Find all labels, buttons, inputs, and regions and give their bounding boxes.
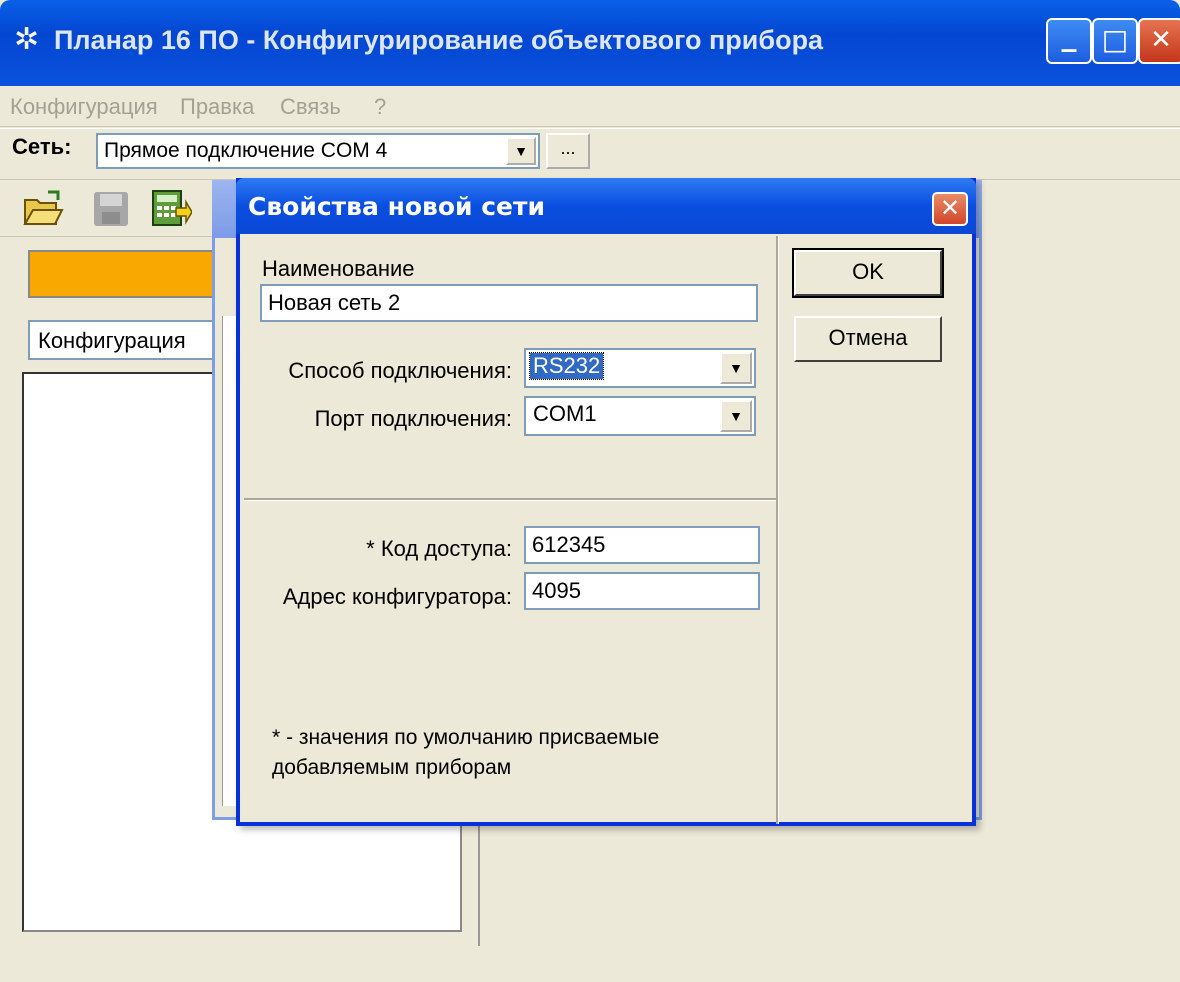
menu-edit[interactable]: Правка (180, 94, 254, 120)
background-dialog-grid (222, 316, 237, 806)
title-bar: ✲ Планар 16 ПО - Конфигурирование объект… (0, 0, 1180, 86)
window-title: Планар 16 ПО - Конфигурирование объектов… (54, 25, 824, 55)
dialog-horizontal-divider (244, 498, 776, 501)
view-select-value: Конфигурация (38, 328, 186, 353)
view-select[interactable]: Конфигурация (28, 320, 228, 360)
menu-connection[interactable]: Связь (280, 94, 341, 120)
connection-method-value: RS232 (528, 352, 605, 380)
ok-button[interactable]: OK (792, 248, 944, 298)
configurator-address-input[interactable]: 4095 (524, 572, 760, 610)
minimize-button[interactable]: _ (1046, 18, 1092, 64)
maximize-button[interactable]: □ (1092, 18, 1138, 64)
chevron-down-icon[interactable]: ▼ (720, 352, 752, 384)
save-icon[interactable] (90, 188, 132, 228)
network-label: Сеть: (12, 134, 72, 159)
port-label: Порт подключения: (314, 406, 512, 431)
port-select[interactable]: COM1 ▼ (524, 396, 756, 436)
menu-configuration[interactable]: Конфигурация (10, 94, 158, 120)
chevron-down-icon[interactable]: ▼ (506, 137, 536, 165)
network-select-value: Прямое подключение COM 4 (104, 139, 388, 162)
calculator-export-icon[interactable] (150, 188, 192, 228)
port-value: COM1 (533, 401, 597, 426)
configurator-address-label: Адрес конфигуратора: (282, 584, 512, 609)
access-code-input[interactable]: 612345 (524, 526, 760, 564)
connection-method-select[interactable]: RS232 ▼ (524, 348, 756, 388)
app-gear-icon: ✲ (14, 23, 40, 56)
dialog-vertical-divider (776, 236, 779, 824)
dialog-title-bar: Свойства новой сети (236, 178, 976, 234)
defaults-note-line1: * - значения по умолчанию присваемые (272, 726, 660, 749)
name-label: Наименование (262, 256, 415, 281)
menu-help[interactable]: ? (374, 94, 386, 120)
dialog-close-button[interactable]: ✕ (932, 192, 968, 226)
access-code-label: * Код доступа: (366, 536, 512, 561)
name-input[interactable]: Новая сеть 2 (260, 284, 758, 322)
defaults-note-line2: добавляемым приборам (272, 756, 512, 779)
chevron-down-icon[interactable]: ▼ (720, 400, 752, 432)
close-button[interactable]: ✕ (1138, 18, 1180, 64)
connection-method-label: Способ подключения: (288, 358, 512, 383)
menu-bar: Конфигурация Правка Связь ? (0, 86, 1180, 127)
open-folder-icon[interactable] (22, 188, 64, 228)
cancel-button[interactable]: Отмена (794, 316, 942, 362)
network-select[interactable]: Прямое подключение COM 4 ▼ (96, 133, 540, 169)
network-more-button[interactable]: ... (546, 133, 590, 169)
dialog-title: Свойства новой сети (248, 192, 546, 221)
